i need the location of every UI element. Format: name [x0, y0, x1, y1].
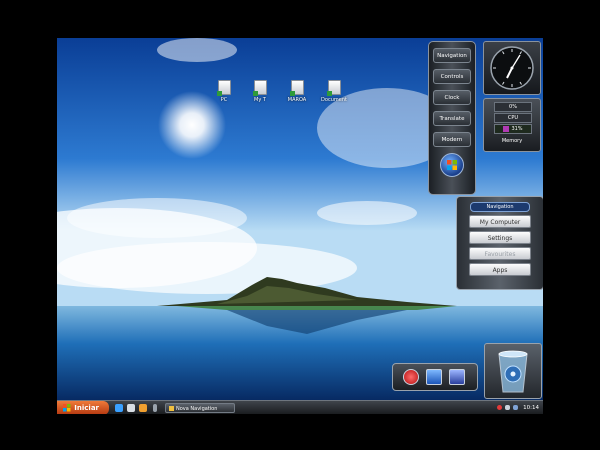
quicklaunch-chevron-icon[interactable] [153, 404, 157, 412]
tray-alert-icon[interactable] [497, 405, 502, 410]
recycle-bin-icon [498, 350, 528, 393]
control-bar [392, 363, 478, 391]
desktop-icon-label: PC [220, 97, 228, 103]
desktop-icon[interactable]: My T [243, 80, 277, 103]
cpu-meter-gadget[interactable]: 0% CPU 31% Memory [483, 98, 541, 152]
folder-icon[interactable] [139, 404, 147, 412]
nav-button-navigation[interactable]: Navigation [433, 48, 471, 63]
cpu-usage: 31% [494, 124, 532, 134]
desktop-screen: PC My T MAROA Document Navigation Contro… [57, 38, 543, 414]
desktop-icon-label: MAROA [287, 97, 307, 103]
my-computer-button[interactable]: My Computer [469, 215, 531, 228]
explorer-icon[interactable] [127, 404, 135, 412]
start-label: Iniciar [74, 404, 99, 412]
system-tray: 10:14 [495, 401, 543, 414]
file-icon [252, 80, 267, 96]
navigation-panel: Navigation Controls Clock Translate Mode… [428, 41, 476, 195]
cpu-top-readout: 0% [494, 102, 532, 112]
file-icon [289, 80, 304, 96]
file-icon [326, 80, 341, 96]
favourites-button[interactable]: Favourites [469, 247, 531, 260]
windows-flag-icon [63, 404, 71, 412]
windows-logo-icon [447, 160, 457, 170]
quick-panel-title: Navigation [470, 202, 530, 212]
settings-button[interactable]: Settings [469, 231, 531, 244]
meter-bar-icon [503, 125, 510, 132]
desktop-icon[interactable]: PC [207, 80, 241, 103]
clock-gadget[interactable] [483, 41, 541, 95]
recycle-bin[interactable] [484, 343, 542, 399]
apps-button[interactable]: Apps [469, 263, 531, 276]
desktop-icon-label: Document [321, 97, 347, 103]
shield-icon[interactable] [449, 369, 465, 385]
start-button[interactable]: Iniciar [57, 401, 109, 414]
window-folder-icon [169, 406, 174, 411]
taskbar-clock[interactable]: 10:14 [523, 401, 539, 414]
windows-orb-icon[interactable] [440, 153, 464, 177]
nav-button-controls[interactable]: Controls [433, 69, 471, 84]
cpu-label: CPU [494, 113, 532, 123]
taskbar-window-button[interactable]: Nova Navigation [165, 403, 235, 413]
power-icon[interactable] [403, 369, 419, 385]
file-icon [216, 80, 231, 96]
tray-volume-icon[interactable] [513, 405, 518, 410]
taskbar-window-label: Nova Navigation [176, 406, 218, 412]
nav-button-translate[interactable]: Translate [433, 111, 471, 126]
browser-icon[interactable] [115, 404, 123, 412]
memory-label: Memory [501, 138, 523, 144]
window-icon[interactable] [426, 369, 442, 385]
nav-button-modern[interactable]: Modern [433, 132, 471, 147]
desktop-icon[interactable]: MAROA [280, 80, 314, 103]
cpu-usage-value: 31% [511, 126, 523, 132]
taskbar: Iniciar Nova Navigation 10:14 [57, 400, 543, 414]
tray-network-icon[interactable] [505, 405, 510, 410]
desktop-icon-label: My T [254, 97, 266, 103]
quick-navigation-panel: Navigation My Computer Settings Favourit… [456, 196, 543, 290]
desktop-icon[interactable]: Document [317, 80, 351, 103]
nav-button-clock[interactable]: Clock [433, 90, 471, 105]
clock-face-icon [490, 46, 534, 90]
